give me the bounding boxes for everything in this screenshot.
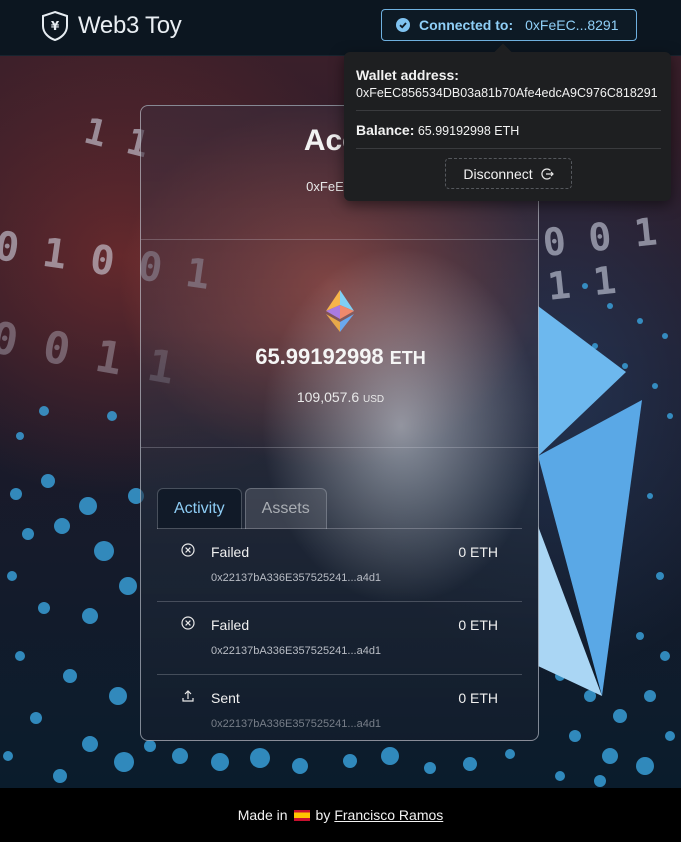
account-tabs: Activity Assets <box>157 488 330 529</box>
balance-label: Balance: <box>356 122 415 138</box>
activity-status: Failed <box>211 544 250 560</box>
activity-status: Sent <box>211 690 240 706</box>
eth-balance: 65.99192998 ETH <box>141 344 538 370</box>
popover-divider <box>356 110 661 111</box>
card-divider-top <box>141 239 538 240</box>
connection-address: 0xFeEC...8291 <box>525 17 619 33</box>
activity-item[interactable]: Failed 0 ETH 0x22137bA336E357525241...a4… <box>157 529 522 602</box>
binary-text-4: 0 0 1 1 1 <box>540 209 660 309</box>
failed-icon <box>181 543 195 557</box>
spain-flag-icon <box>293 809 310 821</box>
disconnect-button[interactable]: Disconnect <box>445 158 572 189</box>
logout-icon <box>541 167 554 180</box>
connection-label: Connected to: <box>419 17 514 33</box>
popover-divider <box>356 148 661 149</box>
connection-status-button[interactable]: Connected to: 0xFeEC...8291 <box>381 9 637 41</box>
usd-unit: USD <box>363 394 385 405</box>
activity-hash: 0x22137bA336E357525241...a4d1 <box>211 572 382 584</box>
disconnect-label: Disconnect <box>463 165 533 182</box>
balance-value: 65.99192998 ETH <box>417 124 520 138</box>
activity-item[interactable]: Failed 0 ETH 0x22137bA336E357525241...a4… <box>157 602 522 675</box>
brand-name[interactable]: Web3 Toy <box>78 12 182 40</box>
failed-icon <box>181 616 195 630</box>
author-link[interactable]: Francisco Ramos <box>334 807 443 823</box>
activity-item[interactable]: Sent 0 ETH 0x22137bA336E357525241...a4d1 <box>157 675 522 740</box>
page-footer: Made in by Francisco Ramos <box>0 788 681 842</box>
sent-icon <box>182 690 194 702</box>
svg-text:¥: ¥ <box>51 19 60 33</box>
check-circle-icon <box>396 18 410 32</box>
ethereum-shape-graphic <box>538 306 642 696</box>
card-divider-bottom <box>141 447 538 448</box>
activity-hash: 0x22137bA336E357525241...a4d1 <box>211 645 382 657</box>
shield-yen-logo-icon: ¥ <box>42 10 68 42</box>
activity-hash: 0x22137bA336E357525241...a4d1 <box>211 718 382 730</box>
wallet-popover: Wallet address: 0xFeEC856534DB03a81b70Af… <box>344 43 671 201</box>
eth-balance-value: 65.99192998 <box>255 344 384 369</box>
wallet-address-label: Wallet address: <box>356 67 459 83</box>
activity-amount: 0 ETH <box>458 617 498 633</box>
usd-balance: 109,057.6 USD <box>141 389 538 405</box>
activity-amount: 0 ETH <box>458 544 498 560</box>
app-header: ¥ Web3 Toy Connected to: 0xFeEC...8291 <box>0 0 681 56</box>
activity-status: Failed <box>211 617 250 633</box>
eth-balance-unit: ETH <box>389 348 426 368</box>
activity-list: Failed 0 ETH 0x22137bA336E357525241...a4… <box>157 529 522 740</box>
tab-activity[interactable]: Activity <box>157 488 242 529</box>
popover-balance: Balance: 65.99192998 ETH <box>356 122 519 138</box>
ethereum-logo-icon <box>326 290 354 332</box>
footer-by: by <box>315 807 331 823</box>
wallet-address-value: 0xFeEC856534DB03a81b70Afe4edcA9C976C8182… <box>356 86 658 100</box>
tab-assets[interactable]: Assets <box>244 488 327 529</box>
usd-value: 109,057.6 <box>296 389 360 405</box>
activity-amount: 0 ETH <box>458 690 498 706</box>
footer-made-in: Made in <box>237 807 288 823</box>
